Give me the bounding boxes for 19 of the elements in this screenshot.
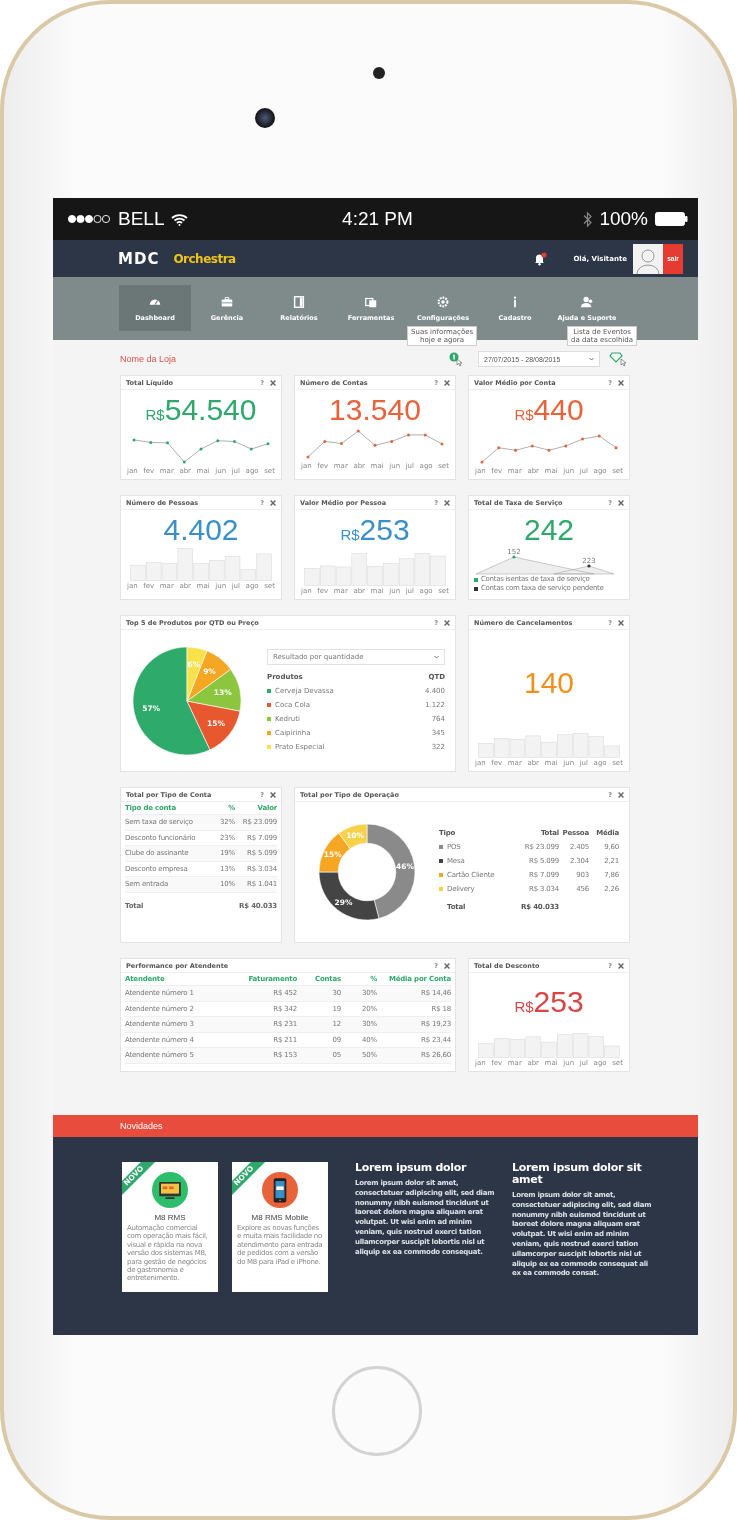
carrier-name: BELL bbox=[118, 208, 165, 230]
kpi-value: 140 bbox=[523, 665, 575, 700]
kpi-value: R$440 bbox=[513, 393, 585, 428]
kpi-value: 242 bbox=[522, 513, 576, 547]
kpi-value: R$253 bbox=[339, 513, 411, 548]
kpi-value: 13.540 bbox=[328, 393, 422, 427]
product-title: M8 RMS bbox=[154, 1213, 186, 1222]
kpi-value: R$54.540 bbox=[144, 393, 258, 428]
battery-percentage: 100% bbox=[599, 208, 648, 230]
section-title: Novidades bbox=[120, 1121, 163, 1131]
kpi-value: 4.402 bbox=[162, 513, 240, 547]
article-title: Lorem ipsum dolor bbox=[355, 1162, 468, 1174]
logo: MDC bbox=[118, 249, 160, 268]
store-name: Nome da Loja bbox=[120, 354, 177, 364]
kpi-value: R$253 bbox=[514, 984, 584, 1020]
clock-time: 4:21 PM bbox=[342, 208, 413, 230]
product-title: M8 RMS Mobile bbox=[251, 1213, 309, 1222]
article-title: Lorem ipsum dolor sit amet bbox=[512, 1162, 643, 1186]
product-name: Orchestra bbox=[173, 251, 236, 266]
